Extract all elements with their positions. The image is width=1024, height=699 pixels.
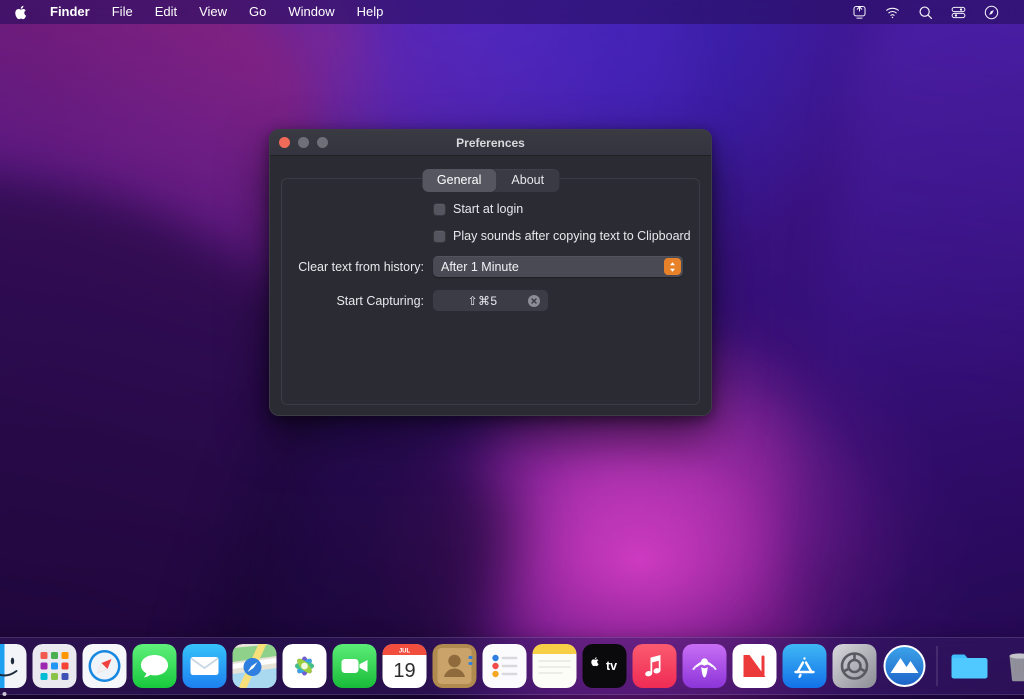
clear-history-dropdown[interactable]: After 1 Minute bbox=[433, 256, 683, 277]
preferences-window: Preferences General About Start at login bbox=[269, 129, 712, 416]
play-sounds-label: Play sounds after copying text to Clipbo… bbox=[453, 229, 691, 243]
dock-item-music[interactable] bbox=[633, 644, 677, 688]
menu-item-file[interactable]: File bbox=[101, 3, 144, 21]
folder-icon bbox=[948, 644, 992, 688]
svg-text:tv: tv bbox=[606, 659, 617, 673]
clear-history-value: After 1 Minute bbox=[433, 260, 519, 274]
calendar-day: 19 bbox=[393, 660, 415, 682]
shortcut-value: ⇧⌘5 bbox=[468, 294, 514, 308]
menu-item-window[interactable]: Window bbox=[277, 3, 345, 21]
row-start-at-login: Start at login bbox=[270, 202, 711, 216]
shortcut-recorder[interactable]: ⇧⌘5 bbox=[433, 290, 548, 311]
window-title: Preferences bbox=[270, 136, 711, 150]
play-sounds-checkbox[interactable] bbox=[433, 230, 446, 243]
menu-bar: Finder File Edit View Go Window Help bbox=[0, 0, 1024, 24]
system-preferences-icon bbox=[833, 644, 877, 688]
mail-icon bbox=[183, 644, 227, 688]
dock-item-system-preferences[interactable] bbox=[833, 644, 877, 688]
clear-history-label: Clear text from history: bbox=[270, 260, 433, 274]
dock-item-tv[interactable]: tv bbox=[583, 644, 627, 688]
news-icon bbox=[733, 644, 777, 688]
control-center-icon[interactable] bbox=[950, 4, 967, 21]
siri-icon[interactable] bbox=[983, 4, 1000, 21]
dock-item-app-store[interactable] bbox=[783, 644, 827, 688]
start-capturing-label: Start Capturing: bbox=[270, 294, 433, 308]
tab-about[interactable]: About bbox=[496, 169, 559, 192]
start-at-login-checkbox[interactable] bbox=[433, 203, 446, 216]
dock-item-launchpad[interactable] bbox=[33, 644, 77, 688]
zoom-button[interactable] bbox=[317, 137, 328, 148]
dock-item-photos[interactable] bbox=[283, 644, 327, 688]
menu-bar-status-icons bbox=[851, 4, 1014, 21]
dock-item-news[interactable] bbox=[733, 644, 777, 688]
general-settings-form: Start at login Play sounds after copying… bbox=[270, 202, 711, 324]
dock-item-finder[interactable] bbox=[0, 644, 27, 688]
clear-shortcut-icon[interactable] bbox=[528, 295, 540, 307]
tab-general[interactable]: General bbox=[422, 169, 496, 192]
dock-item-safari[interactable] bbox=[83, 644, 127, 688]
app-store-icon bbox=[783, 644, 827, 688]
finder-icon bbox=[0, 644, 27, 688]
facetime-icon bbox=[333, 644, 377, 688]
tab-bar: General About bbox=[422, 169, 559, 192]
desktop-screen: Finder File Edit View Go Window Help bbox=[0, 0, 1024, 699]
menu-item-help[interactable]: Help bbox=[346, 3, 395, 21]
photos-icon bbox=[283, 644, 327, 688]
row-play-sounds: Play sounds after copying text to Clipbo… bbox=[270, 229, 711, 243]
minimize-button[interactable] bbox=[298, 137, 309, 148]
chevron-up-down-icon[interactable] bbox=[664, 258, 681, 275]
dock-item-contacts[interactable] bbox=[433, 644, 477, 688]
reminders-icon bbox=[483, 644, 527, 688]
window-body: General About Start at login Play sounds… bbox=[270, 156, 711, 415]
dock-item-reminders[interactable] bbox=[483, 644, 527, 688]
menu-item-go[interactable]: Go bbox=[238, 3, 277, 21]
close-button[interactable] bbox=[279, 137, 290, 148]
menu-item-edit[interactable]: Edit bbox=[144, 3, 188, 21]
contacts-icon bbox=[433, 644, 477, 688]
dock-item-mail[interactable] bbox=[183, 644, 227, 688]
safari-icon bbox=[83, 644, 127, 688]
music-icon bbox=[633, 644, 677, 688]
wifi-icon[interactable] bbox=[884, 4, 901, 21]
window-titlebar[interactable]: Preferences bbox=[270, 130, 711, 156]
start-at-login-field: Start at login bbox=[433, 202, 711, 216]
row-clear-history: Clear text from history: After 1 Minute bbox=[270, 256, 711, 277]
clipboard-app-icon bbox=[883, 644, 927, 688]
podcasts-icon bbox=[683, 644, 727, 688]
play-sounds-field: Play sounds after copying text to Clipbo… bbox=[433, 229, 711, 243]
dock-divider bbox=[937, 646, 938, 686]
running-indicator bbox=[3, 692, 7, 696]
screen-mirroring-icon[interactable] bbox=[851, 4, 868, 21]
dock: JUL 19 bbox=[0, 637, 1024, 695]
start-capturing-field: ⇧⌘5 bbox=[433, 290, 711, 311]
dock-item-messages[interactable] bbox=[133, 644, 177, 688]
dock-item-calendar[interactable]: JUL 19 bbox=[383, 644, 427, 688]
menu-bar-items: Finder File Edit View Go Window Help bbox=[0, 3, 394, 21]
messages-icon bbox=[133, 644, 177, 688]
apple-tv-icon: tv bbox=[583, 644, 627, 688]
traffic-light-buttons bbox=[270, 137, 328, 148]
dock-item-downloads-folder[interactable] bbox=[948, 644, 992, 688]
dock-item-maps[interactable] bbox=[233, 644, 277, 688]
calendar-month: JUL bbox=[399, 649, 411, 655]
dock-item-trash[interactable] bbox=[998, 644, 1024, 688]
dock-item-clipboard-app[interactable] bbox=[883, 644, 927, 688]
trash-icon bbox=[998, 644, 1024, 688]
menu-item-view[interactable]: View bbox=[188, 3, 238, 21]
maps-icon bbox=[233, 644, 277, 688]
dock-item-podcasts[interactable] bbox=[683, 644, 727, 688]
notes-icon bbox=[533, 644, 577, 688]
dock-item-notes[interactable] bbox=[533, 644, 577, 688]
start-at-login-label: Start at login bbox=[453, 202, 523, 216]
row-start-capturing: Start Capturing: ⇧⌘5 bbox=[270, 290, 711, 311]
launchpad-icon bbox=[33, 644, 77, 688]
dock-item-facetime[interactable] bbox=[333, 644, 377, 688]
apple-logo-icon[interactable] bbox=[0, 5, 39, 20]
menu-item-finder[interactable]: Finder bbox=[39, 3, 101, 21]
calendar-icon: JUL 19 bbox=[383, 644, 427, 688]
spotlight-search-icon[interactable] bbox=[917, 4, 934, 21]
clear-history-field: After 1 Minute bbox=[433, 256, 711, 277]
